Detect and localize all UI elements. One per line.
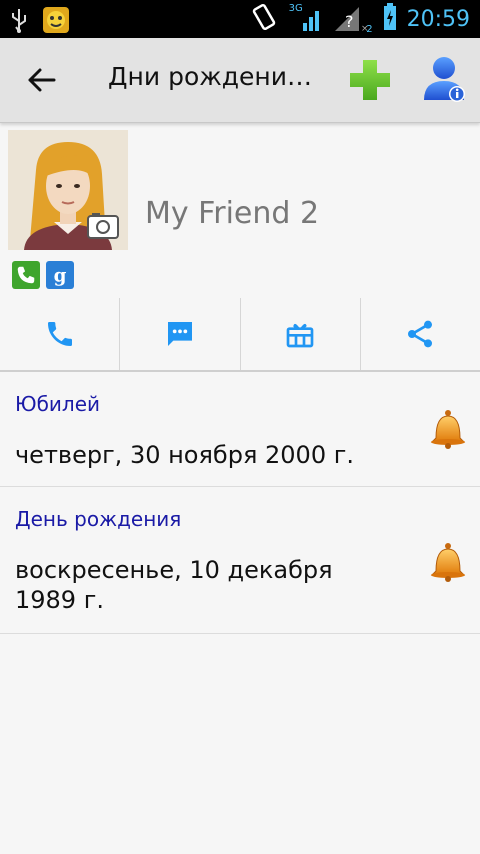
app-notification-icon <box>42 6 70 38</box>
svg-text:?: ? <box>345 12 354 31</box>
add-button[interactable] <box>346 56 394 104</box>
user-info-icon <box>424 57 465 102</box>
call-button[interactable] <box>0 298 121 370</box>
contact-name: My Friend 2 <box>145 196 320 231</box>
reminder-button[interactable] <box>428 541 468 583</box>
contact-sources: g <box>12 261 74 289</box>
back-button[interactable] <box>22 60 62 100</box>
battery-charging-icon <box>383 3 397 35</box>
event-date: воскресенье, 10 декабря 1989 г. <box>15 556 333 614</box>
usb-icon <box>10 7 28 37</box>
no-sim-icon: ? × 2 <box>333 5 373 35</box>
reminder-button[interactable] <box>428 408 468 450</box>
event-date: четверг, 30 ноября 2000 г. <box>15 441 354 469</box>
green-plus-icon <box>350 60 390 100</box>
bell-icon <box>430 543 466 582</box>
message-icon <box>167 322 192 346</box>
vibrate-icon <box>249 3 279 35</box>
gift-icon <box>286 323 314 348</box>
app-toolbar: Дни рождени… <box>0 38 480 123</box>
clock: 20:59 <box>406 6 470 32</box>
phone-source-icon <box>12 261 40 289</box>
event-label: День рождения <box>15 507 182 531</box>
toolbar-title: Дни рождени… <box>108 62 313 91</box>
google-source-icon: g <box>46 261 74 289</box>
message-button[interactable] <box>120 298 241 370</box>
event-label: Юбилей <box>15 392 101 416</box>
svg-text:g: g <box>54 265 67 286</box>
phone-icon <box>47 322 72 346</box>
avatar-image <box>8 130 128 250</box>
share-button[interactable] <box>361 298 480 370</box>
bell-icon <box>430 410 466 449</box>
signal-3g-icon: 3G <box>289 3 323 33</box>
contact-avatar[interactable] <box>8 130 128 250</box>
gift-button[interactable] <box>241 298 361 370</box>
arrow-back-icon <box>28 68 56 92</box>
share-icon <box>408 320 433 348</box>
sim2-label: 2 <box>366 24 373 35</box>
contact-info-button[interactable] <box>420 54 470 106</box>
action-row <box>0 298 480 372</box>
event-item[interactable]: День рождения воскресенье, 10 декабря 19… <box>0 487 480 634</box>
event-item[interactable]: Юбилей четверг, 30 ноября 2000 г. <box>0 372 480 487</box>
status-bar: 3G ? × 2 20:59 <box>0 0 480 38</box>
